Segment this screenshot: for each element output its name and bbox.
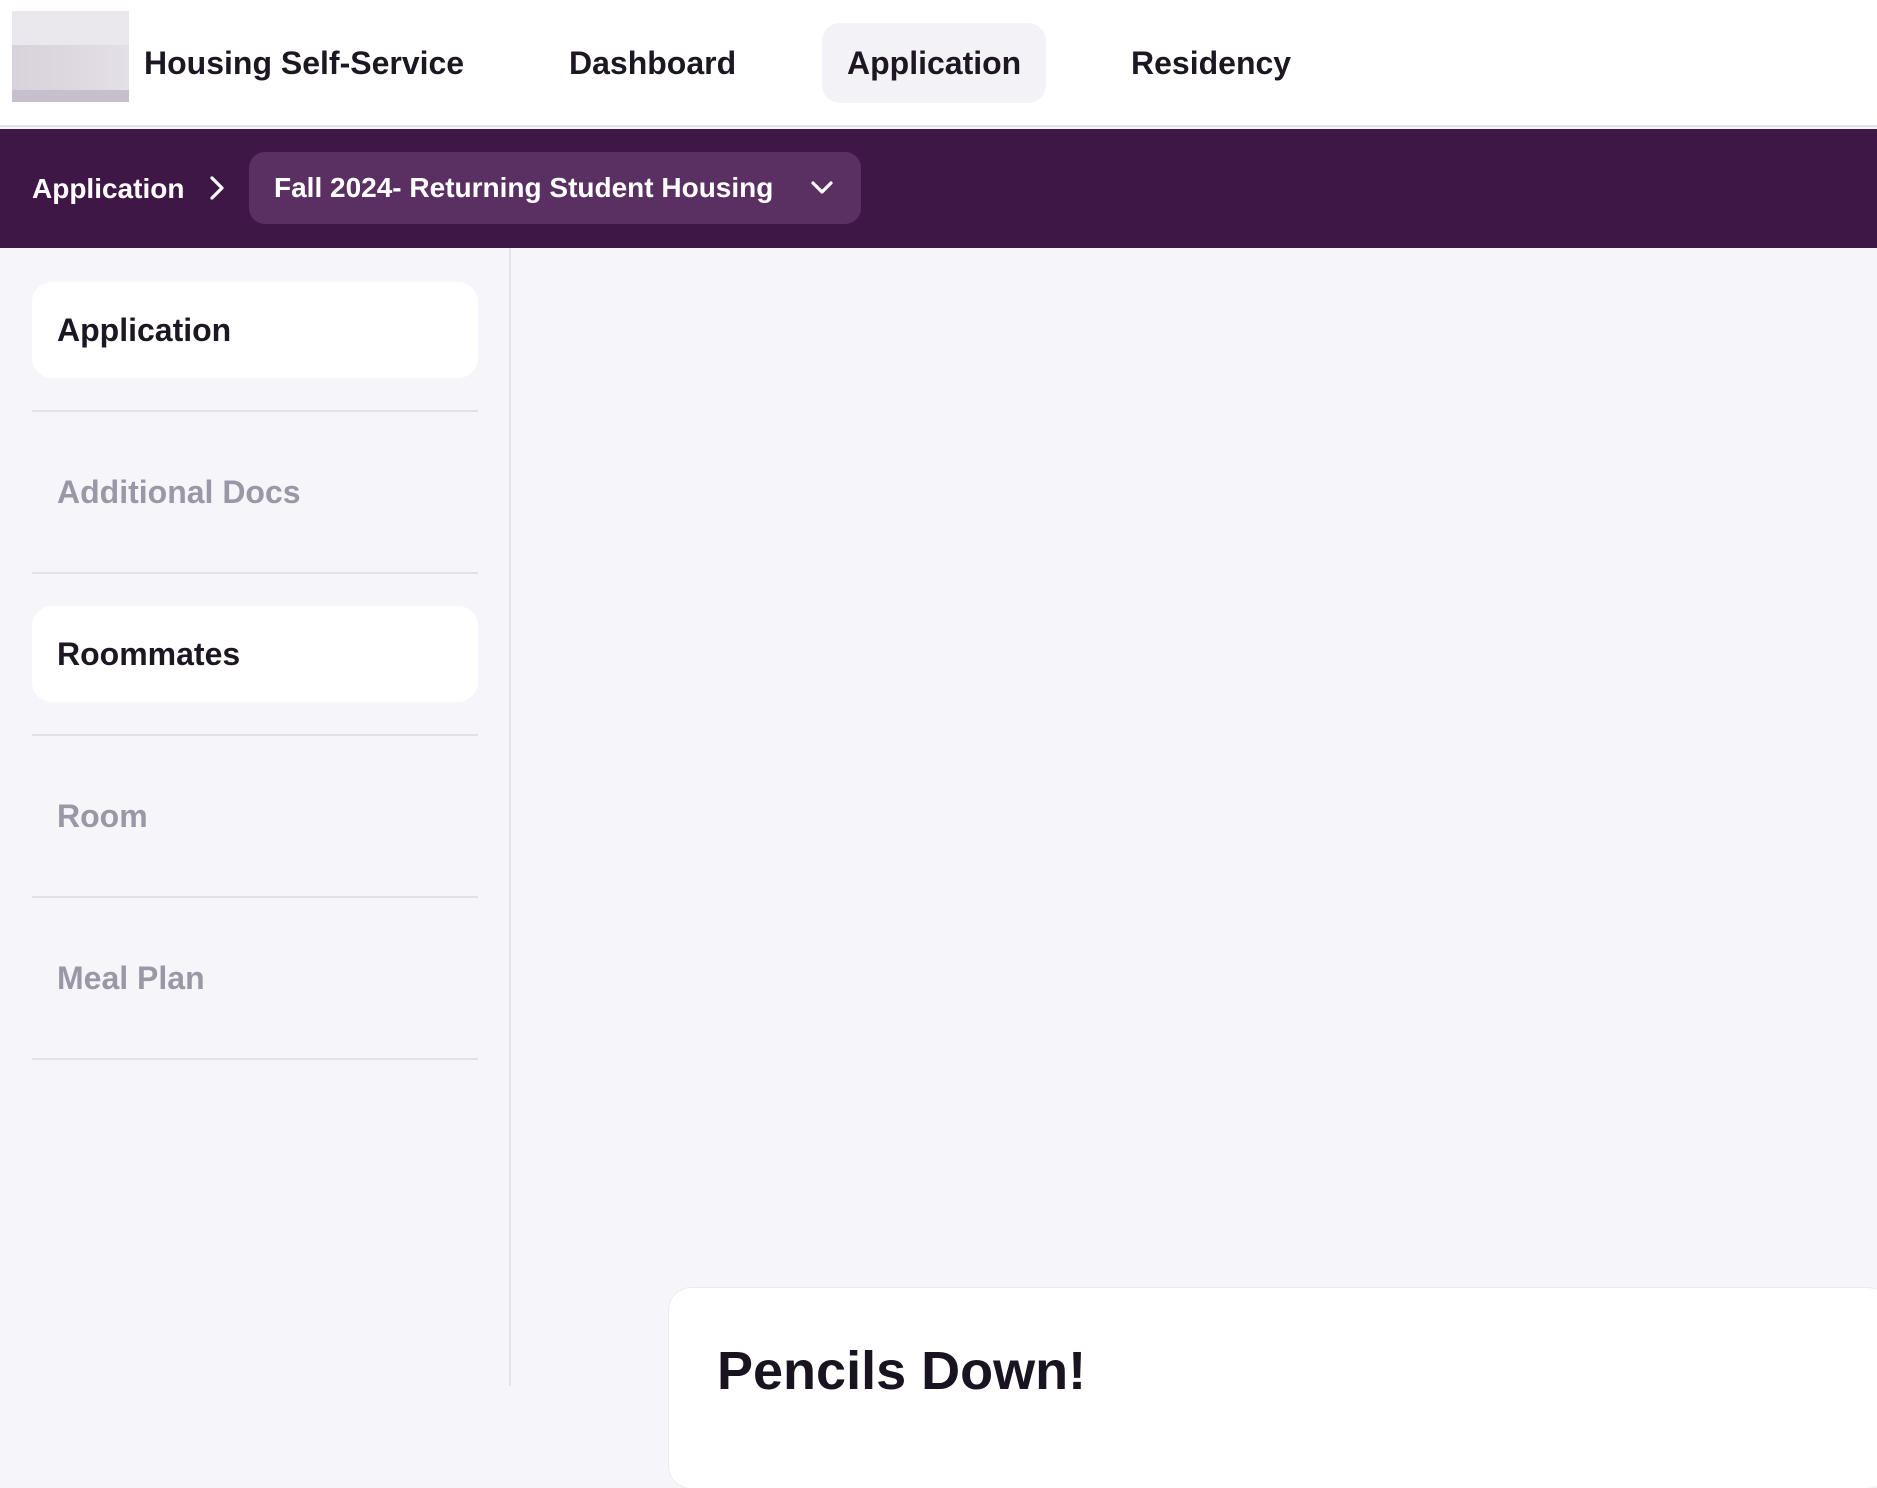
- top-navigation-bar: Housing Self-Service Dashboard Applicati…: [0, 0, 1877, 127]
- sidebar-item-meal-plan: Meal Plan: [57, 960, 205, 996]
- breadcrumb-root-link[interactable]: Application: [32, 129, 184, 248]
- chevron-down-icon: [811, 181, 833, 194]
- university-logo[interactable]: [12, 11, 129, 102]
- term-select-value: Fall 2024- Returning Student Housing: [274, 172, 774, 203]
- breadcrumb: Application Fall 2024- Returning Student…: [0, 129, 1877, 248]
- tab-residency[interactable]: Residency: [1106, 23, 1316, 103]
- sidebar-divider: [32, 1058, 478, 1060]
- tab-dashboard[interactable]: Dashboard: [544, 23, 761, 103]
- sidebar-divider: [32, 572, 478, 574]
- application-steps-sidebar: Application Additional Docs Roommates Ro…: [0, 248, 511, 1386]
- chevron-right-icon: [210, 176, 224, 200]
- sidebar-item-roommates[interactable]: Roommates: [32, 606, 478, 702]
- sidebar-item-additional-docs: Additional Docs: [57, 474, 301, 510]
- sidebar-divider: [32, 410, 478, 412]
- sidebar-divider: [32, 896, 478, 898]
- term-select-dropdown[interactable]: Fall 2024- Returning Student Housing: [249, 152, 862, 224]
- main-content: Pencils Down!: [513, 248, 1877, 1488]
- sidebar-divider: [32, 734, 478, 736]
- app-title: Housing Self-Service: [144, 45, 465, 81]
- card-title: Pencils Down!: [717, 1341, 1087, 1401]
- tab-application[interactable]: Application: [822, 23, 1047, 103]
- status-card: Pencils Down!: [669, 1288, 1877, 1488]
- sidebar-item-room: Room: [57, 798, 148, 834]
- sidebar-item-application[interactable]: Application: [32, 282, 478, 378]
